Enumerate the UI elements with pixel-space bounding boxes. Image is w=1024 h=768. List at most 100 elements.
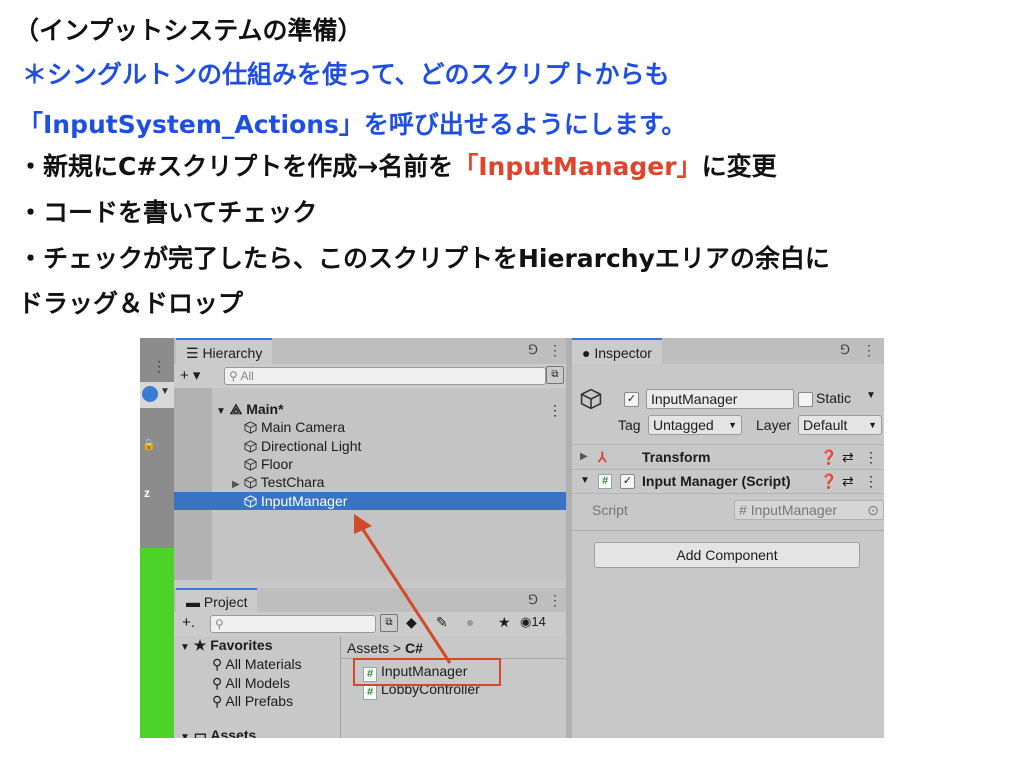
chevron-down-icon[interactable]: ▼ [580,469,590,493]
help-icon[interactable]: ❓ [820,469,837,493]
create-script-text: ・新規にC#スクリプトを作成→名前を [18,152,454,181]
search-filter-icon[interactable]: ⧉ [380,614,398,632]
star-icon[interactable]: ★ [498,614,511,631]
project-search-input[interactable]: ⚲ [210,615,376,633]
add-menu-button[interactable]: + ▾ [180,366,200,384]
kebab-menu-icon[interactable]: ⋮ [862,342,876,359]
scene-name: Main* [246,401,284,417]
component-label: Input Manager (Script) [642,473,791,489]
tag-label: Tag [618,417,641,433]
kebab-menu-icon[interactable]: ⋮ [152,358,166,375]
search-icon: ⚲ [212,675,226,691]
chevron-down-icon: ▼ [728,420,737,430]
slide-line-singleton: ＊シングルトンの仕組みを使って、どのスクリプトからも [22,60,670,89]
hierarchy-search-input[interactable]: ⚲ All [224,367,546,385]
component-input-manager[interactable]: ▼ # ✓ Input Manager (Script) ❓ ⇄ ⋮ [572,469,884,494]
inspector-tab-bar: ● Inspector ⅁ ⋮ [572,338,884,366]
slide-line-write-code: ・コードを書いてチェック [18,198,318,227]
favorite-label: All Materials [225,656,302,672]
component-enabled-checkbox[interactable]: ✓ [620,474,635,489]
filter-log-icon[interactable]: ● [466,614,474,630]
search-icon: ⚲ [212,693,226,709]
search-icon: ⚲ [212,656,226,672]
settings-sliders-icon[interactable]: ⇄ [842,469,854,493]
favorite-all-materials[interactable]: ⚲ All Materials [212,655,302,673]
cube-icon [580,388,602,410]
add-asset-button[interactable]: +. [182,614,195,631]
breadcrumb-csharp[interactable]: C# [405,640,423,656]
hash-script-icon: # [363,685,377,700]
lock-icon[interactable]: ⅁ [528,342,538,358]
active-checkbox[interactable]: ✓ [624,392,639,407]
tree-item-testchara[interactable]: ▶ TestChara [232,473,324,491]
globe-icon[interactable] [142,386,158,402]
hidden-count: 14 [531,614,546,629]
search-icon: ⚲ [215,617,224,631]
lock-icon[interactable]: ⅁ [840,342,850,358]
lock-icon[interactable]: ⅁ [528,592,538,608]
tree-item-label: Main Camera [261,419,346,435]
filter-label-icon[interactable]: ✎ [436,614,448,631]
tree-item-main-camera[interactable]: Main Camera [244,418,345,436]
favorite-all-prefabs[interactable]: ⚲ All Prefabs [212,692,293,710]
unity-editor-screenshot: ▼ 🔒 z ⋮ ☰ Hierarchy ⅁ ⋮ + ▾ ⚲ All ⧉ ▼ ⟁ … [140,338,884,738]
filter-type-icon[interactable]: ◆ [406,614,417,631]
chevron-down-icon[interactable]: ▼ [160,386,170,397]
assets-folder-row[interactable]: ▼ ▭ Assets [180,726,256,738]
chevron-down-icon[interactable]: ▼ [216,406,226,417]
tab-inspector[interactable]: ● Inspector [572,338,662,366]
hierarchy-tab-bar: ☰ Hierarchy ⅁ ⋮ [174,338,566,366]
tag-dropdown[interactable]: Untagged ▼ [648,415,742,435]
eye-icon[interactable]: ◉14 [520,614,546,630]
object-name-field[interactable]: InputManager [646,389,794,409]
favorite-all-models[interactable]: ⚲ All Models [212,674,290,692]
kebab-menu-icon[interactable]: ⋮ [864,445,878,469]
settings-sliders-icon[interactable]: ⇄ [842,445,854,469]
axis-z-label: z [144,486,150,500]
assets-label: Assets [210,727,257,738]
add-component-button[interactable]: Add Component [594,542,860,568]
kebab-menu-icon[interactable]: ⋮ [548,342,562,359]
divider [572,530,884,531]
tree-item-label: Directional Light [261,438,362,454]
hierarchy-tree: ▼ ⟁ Main* ⋮ Main Camera Directional Ligh… [174,388,566,580]
scene-row[interactable]: ▼ ⟁ Main* [216,400,284,418]
info-icon: ● [582,345,591,361]
cube-icon [244,476,257,489]
chevron-down-icon[interactable]: ▼ [180,642,190,653]
chevron-right-icon[interactable]: ▶ [580,445,588,469]
breadcrumb-separator: > [392,640,402,656]
slide-line-create-script: ・新規にC#スクリプトを作成→名前を「InputManager」に変更 [18,150,777,184]
breadcrumb: Assets > C# [347,639,423,657]
help-icon[interactable]: ❓ [820,445,837,469]
chevron-down-icon: ▼ [868,420,877,430]
script-field-value: InputManager [750,502,838,518]
tree-item-floor[interactable]: Floor [244,455,293,473]
chevron-down-icon[interactable]: ▼ [180,732,190,738]
tree-item-inputmanager[interactable]: InputManager [174,492,566,510]
search-icon: ⚲ [229,369,241,383]
favorites-header[interactable]: ▼ ★ Favorites [180,636,273,654]
tab-project-label: Project [203,594,248,610]
tree-item-directional-light[interactable]: Directional Light [244,437,361,455]
scene-tool-bar: ▼ [140,382,174,408]
create-script-suffix: に変更 [701,152,777,181]
tab-hierarchy[interactable]: ☰ Hierarchy [176,338,273,366]
hash-script-icon: # [739,502,751,518]
tag-value: Untagged [653,417,714,433]
chevron-right-icon[interactable]: ▶ [232,479,240,490]
target-icon: ⊙ [867,502,879,518]
tab-project[interactable]: ▬ Project [176,588,258,614]
static-label: Static [816,390,852,406]
slide-line-drag-drop: ドラッグ＆ドロップ [18,289,244,318]
chevron-down-icon[interactable]: ▼ [866,390,876,401]
cube-icon [244,495,257,508]
layer-dropdown[interactable]: Default ▼ [798,415,882,435]
search-filter-icon[interactable]: ⧉ [546,366,564,384]
kebab-menu-icon[interactable]: ⋮ [548,592,562,609]
kebab-menu-icon[interactable]: ⋮ [548,402,562,419]
component-transform[interactable]: ▶ ⅄ Transform ❓ ⇄ ⋮ [572,444,884,470]
breadcrumb-assets[interactable]: Assets [347,640,389,656]
kebab-menu-icon[interactable]: ⋮ [864,469,878,493]
static-checkbox[interactable] [798,392,813,407]
